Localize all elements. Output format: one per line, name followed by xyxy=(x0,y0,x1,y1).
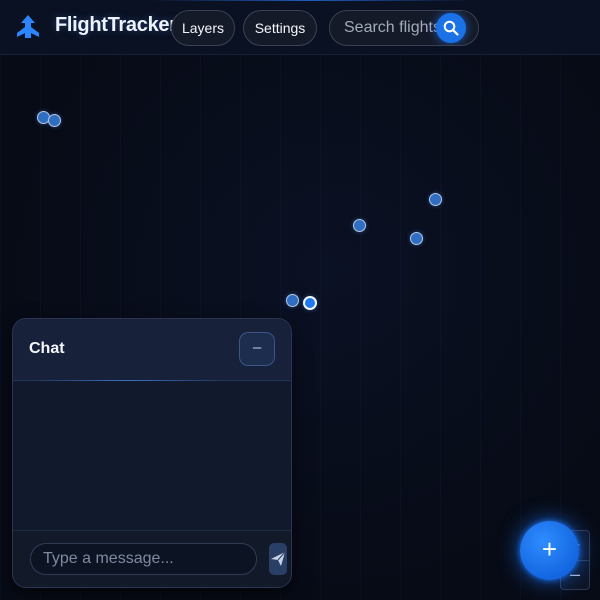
search-box xyxy=(329,10,479,46)
flight-marker[interactable] xyxy=(48,114,61,127)
chat-panel: Chat – xyxy=(12,318,292,588)
flight-marker[interactable] xyxy=(410,232,423,245)
settings-button[interactable]: Settings xyxy=(243,10,317,46)
flight-marker-selected[interactable] xyxy=(303,296,317,310)
chat-footer xyxy=(13,530,291,587)
chat-message-list xyxy=(13,381,291,529)
search-button[interactable] xyxy=(436,13,466,43)
app-root: FlightTracker Layers Settings Chat – xyxy=(0,0,600,600)
plane-arrow-icon xyxy=(15,14,41,40)
chat-message-input[interactable] xyxy=(30,543,257,575)
chat-header: Chat – xyxy=(13,319,291,381)
layers-button[interactable]: Layers xyxy=(171,10,235,46)
chat-title: Chat xyxy=(29,340,65,357)
flight-marker[interactable] xyxy=(286,294,299,307)
top-bar: FlightTracker Layers Settings xyxy=(0,0,600,55)
add-fab-button[interactable]: + xyxy=(520,521,579,580)
flight-marker[interactable] xyxy=(429,193,442,206)
send-button[interactable] xyxy=(269,543,287,575)
chat-minimize-button[interactable]: – xyxy=(239,332,275,366)
app-title: FlightTracker xyxy=(55,14,177,36)
search-input[interactable] xyxy=(344,11,439,45)
flight-marker[interactable] xyxy=(353,219,366,232)
